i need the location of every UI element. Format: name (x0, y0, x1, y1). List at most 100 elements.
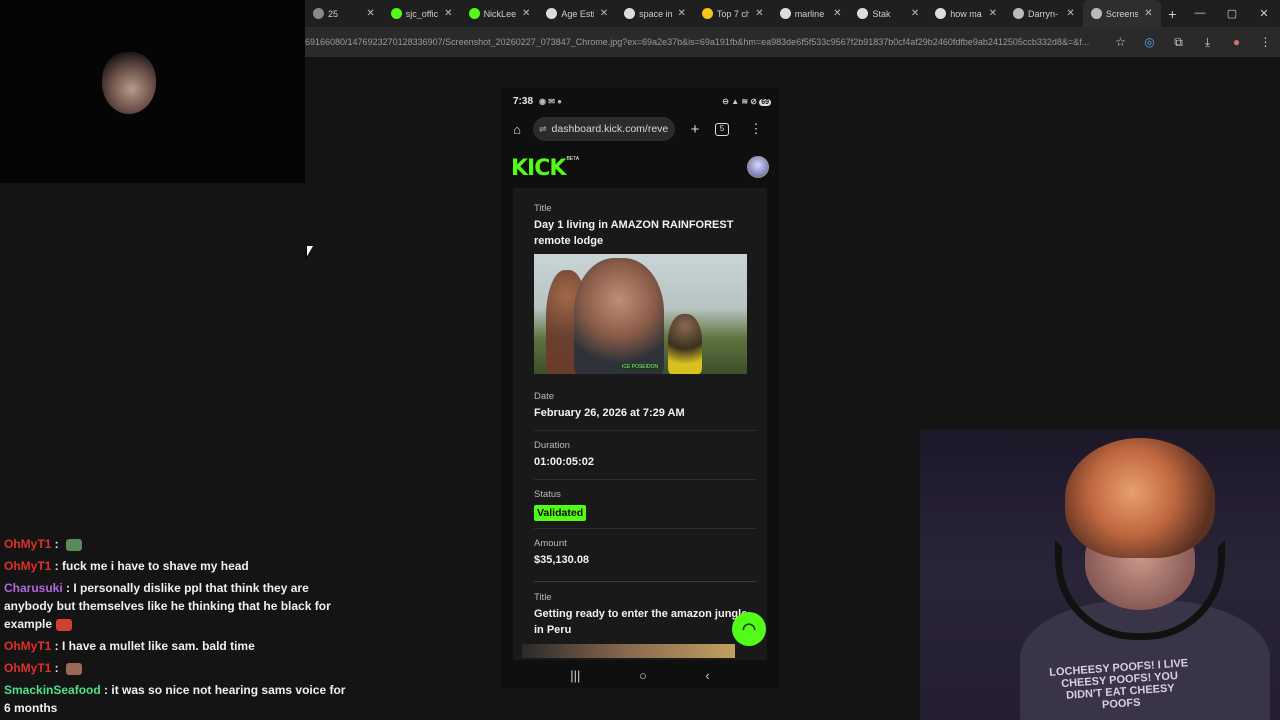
hoodie-print: LOCHEESY POOFS! I LIVE CHEESY POOFS! YOU… (1048, 657, 1189, 712)
close-icon[interactable]: ✕ (1144, 8, 1152, 19)
browser-tab[interactable]: sjc_offici ✕ (383, 0, 461, 27)
close-icon[interactable]: ✕ (911, 8, 919, 19)
home-button-icon[interactable]: ○ (639, 668, 647, 683)
webcam-bottom-right: LOCHEESY POOFS! I LIVE CHEESY POOFS! YOU… (920, 430, 1280, 720)
download-icon[interactable]: ⤓ (1193, 35, 1222, 50)
window-controls: — ▢ ✕ (1184, 7, 1280, 20)
close-window-icon[interactable]: ✕ (1248, 7, 1280, 20)
thumbnail-peek (522, 644, 735, 658)
amount-label: Amount (534, 538, 567, 549)
mobile-url: dashboard.kick.com/reve (551, 123, 669, 135)
system-icons: ⊖ ▲ ≋ ⊘ 69 (722, 96, 771, 106)
recents-icon[interactable]: ||| (570, 668, 580, 683)
close-icon[interactable]: ✕ (1066, 8, 1074, 19)
mobile-url-field[interactable]: ⇌ dashboard.kick.com/reve (533, 117, 675, 141)
chat-separator: : (51, 639, 63, 653)
tab-title: Age Esti (561, 8, 594, 19)
chat-message: OhMyT1 : (4, 535, 349, 553)
tab-title: Top 7 ch (716, 8, 750, 19)
browser-tabstrip: 25 ✕ sjc_offici ✕ NickLee ✕ Age Esti ✕ space im ✕… (305, 0, 1280, 27)
chat-text: fuck me i have to shave my head (62, 559, 249, 573)
menu-icon[interactable]: ⋮ (741, 121, 771, 137)
thumbnail-watermark: ICE POSEIDON (620, 364, 661, 370)
new-tab-button[interactable]: + (1161, 6, 1184, 22)
browser-tab[interactable]: Top 7 ch ✕ (694, 0, 772, 27)
browser-tab[interactable]: 25 ✕ (305, 0, 383, 27)
browser-tab[interactable]: marline ✕ (772, 0, 850, 27)
address-bar-icons: ☆ ◎ ⧉ ⤓ ● ⋮ (1106, 35, 1280, 50)
tab-title: 25 (328, 8, 339, 19)
stream-screen: 25 ✕ sjc_offici ✕ NickLee ✕ Age Esti ✕ space im ✕… (0, 0, 1280, 720)
globe-icon (1090, 8, 1102, 19)
person-center (574, 258, 664, 374)
tab-count-icon[interactable]: 5 (715, 122, 729, 136)
note-icon (701, 8, 713, 19)
tab-icon (313, 8, 324, 19)
record-divider (534, 581, 756, 582)
profile-icon[interactable]: ● (1222, 35, 1251, 50)
tab-title: sjc_offici (405, 8, 439, 19)
browser-tab[interactable]: Age Esti ✕ (538, 0, 616, 27)
title-field-2: Title Getting ready to enter the amazon … (534, 592, 756, 638)
more-icon[interactable]: ⋮ (1251, 35, 1280, 50)
back-icon[interactable]: ‹ (705, 668, 709, 683)
browser-tab[interactable]: how ma ✕ (927, 0, 1005, 27)
close-icon[interactable]: ✕ (600, 8, 608, 19)
browser-tab[interactable]: Screensh ✕ (1082, 0, 1161, 27)
close-icon[interactable]: ✕ (989, 8, 997, 19)
chat-username[interactable]: OhMyT1 (4, 537, 51, 551)
minimize-icon[interactable]: — (1184, 7, 1216, 20)
tab-title: space im (639, 8, 672, 19)
close-icon[interactable]: ✕ (366, 8, 374, 19)
chat-message: OhMyT1 : I have a mullet like sam. bald … (4, 637, 349, 655)
close-icon[interactable]: ✕ (678, 8, 686, 19)
google-icon (935, 8, 947, 19)
emote-icon (56, 618, 73, 631)
avatar[interactable] (747, 156, 769, 178)
stream-title: Day 1 living in AMAZON RAINFOREST remote… (534, 219, 734, 247)
browser-tab[interactable]: space im ✕ (616, 0, 694, 27)
tab-title: marline (794, 8, 825, 19)
close-icon[interactable]: ✕ (755, 8, 763, 19)
browser-tab[interactable]: Darryn- ✕ (1005, 0, 1083, 27)
chat-overlay: OhMyT1 : OhMyT1 : fuck me i have to shav… (4, 535, 349, 720)
support-chat-button[interactable]: ◠ (732, 612, 766, 646)
close-icon[interactable]: ✕ (444, 8, 452, 19)
beta-badge: BETA (566, 156, 580, 162)
chat-separator: : (51, 559, 63, 573)
chat-message: OhMyT1 : fuck me i have to shave my head (4, 557, 349, 575)
chat-username[interactable]: OhMyT1 (4, 559, 51, 573)
chat-username[interactable]: OhMyT1 (4, 639, 51, 653)
home-icon[interactable]: ⌂ (501, 122, 533, 137)
headset-icon: ◠ (742, 621, 756, 638)
date-label: Date (534, 391, 555, 402)
mobile-address-bar: ⌂ ⇌ dashboard.kick.com/reve + 5 ⋮ (501, 116, 779, 142)
browser-tab[interactable]: Stak ✕ (849, 0, 927, 27)
tab-title: how ma (950, 8, 982, 19)
site-info-icon[interactable]: ⇌ (539, 124, 547, 135)
close-icon[interactable]: ✕ (522, 8, 530, 19)
status-bar: 7:38 ◉ ✉ ● ⊖ ▲ ≋ ⊘ 69 (513, 94, 771, 108)
maximize-icon[interactable]: ▢ (1216, 7, 1248, 20)
emote-icon (66, 662, 83, 675)
kick-header: KICKBETA (511, 156, 769, 181)
star-icon[interactable]: ☆ (1106, 35, 1135, 50)
duration-field: Duration 01:00:05:02 (534, 440, 756, 470)
chat-username[interactable]: OhMyT1 (4, 661, 51, 675)
title-field: Title Day 1 living in AMAZON RAINFOREST … (534, 203, 756, 249)
puzzle-icon[interactable]: ⧉ (1164, 35, 1193, 50)
chat-username[interactable]: Charusuki (4, 581, 63, 595)
extension-icon[interactable]: ◎ (1135, 35, 1164, 50)
notification-icons: ◉ ✉ ● (539, 96, 562, 106)
close-icon[interactable]: ✕ (833, 8, 841, 19)
chat-username[interactable]: SmackinSeafood (4, 683, 101, 697)
tab-title: Screensh (1105, 8, 1139, 19)
kick-logo[interactable]: KICK (511, 156, 566, 181)
chat-message: OhMyT1 : (4, 659, 349, 677)
status-field: Status Validated (534, 489, 756, 521)
url-field[interactable]: 69166080/1476923270128336907/Screenshot_… (305, 37, 1096, 47)
stream-thumbnail[interactable]: ICE POSEIDON (534, 254, 747, 374)
browser-tab[interactable]: NickLee ✕ (461, 0, 539, 27)
date-field: Date February 26, 2026 at 7:29 AM (534, 391, 756, 421)
new-tab-icon[interactable]: + (675, 121, 715, 138)
